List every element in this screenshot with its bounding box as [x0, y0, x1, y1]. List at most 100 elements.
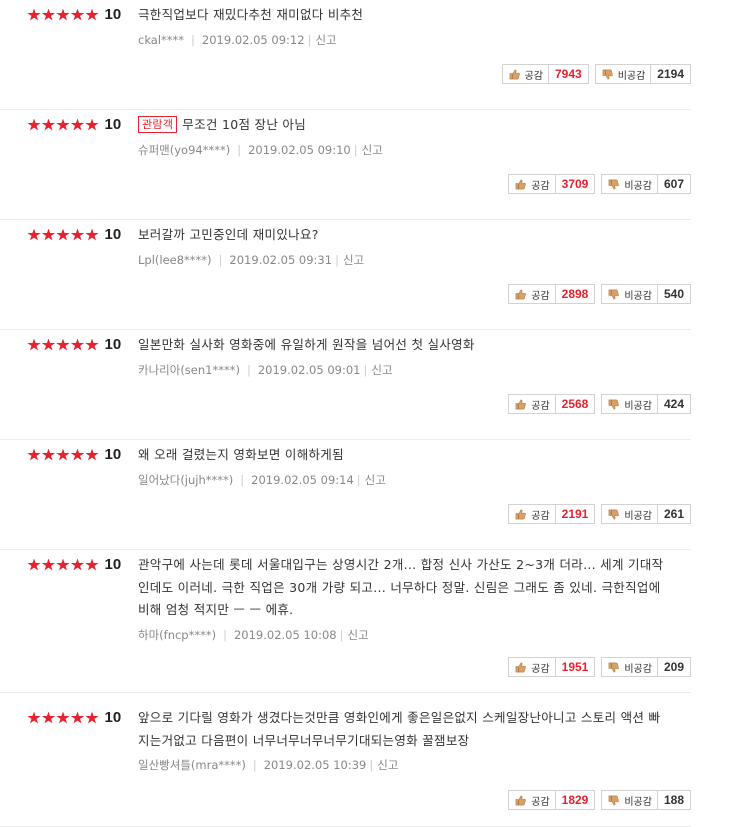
star-icon — [27, 448, 41, 461]
review-meta: 카나리아(sen1****) | 2019.02.05 09:01 | 신고 — [138, 363, 668, 377]
like-button[interactable]: 공감 — [508, 657, 556, 677]
dislike-count: 209 — [657, 657, 691, 677]
rating-score: 10 — [104, 116, 122, 133]
report-link[interactable]: 신고 — [377, 758, 398, 772]
vote-group: 공감 2898 비공감 540 — [508, 284, 691, 304]
star-icon — [85, 558, 99, 571]
dislike-label: 비공감 — [624, 180, 652, 192]
star-icon — [27, 8, 41, 21]
star-icon — [56, 448, 70, 461]
star-icon — [70, 711, 85, 724]
dislike-count: 261 — [657, 504, 691, 524]
star-icon — [85, 448, 99, 461]
dislike-button[interactable]: 비공감 — [601, 504, 658, 524]
like-label: 공감 — [524, 70, 543, 82]
review-text: 관악구에 사는데 롯데 서울대입구는 상영시간 2개... 합정 신사 가산도 … — [138, 557, 664, 617]
report-link[interactable]: 신고 — [362, 143, 383, 157]
like-label: 공감 — [531, 663, 550, 675]
review-item: 10 극한직업보다 재밌다추천 재미없다 비추천 ckal**** | 2019.0… — [0, 0, 691, 110]
star-rating — [27, 228, 100, 242]
star-rating — [27, 448, 100, 462]
meta-divider: | — [307, 32, 312, 47]
review-date: 2019.02.05 10:08 — [233, 627, 337, 642]
like-button[interactable]: 공감 — [501, 64, 549, 84]
rating: 10 — [27, 557, 121, 573]
review-user[interactable]: Lpl(lee8****) — [138, 253, 212, 267]
review-text-line: 극한직업보다 재밌다추천 재미없다 비추천 — [138, 4, 668, 27]
review-text-line: 일본만화 실사화 영화중에 유일하게 원작을 넘어선 첫 실사영화 — [138, 334, 668, 357]
like-button[interactable]: 공감 — [508, 174, 556, 194]
dislike-button[interactable]: 비공감 — [601, 657, 658, 677]
meta-divider: | — [223, 627, 227, 642]
vote-group: 공감 7943 비공감 2194 — [501, 64, 691, 84]
review-date: 2019.02.05 09:12 — [201, 32, 305, 47]
star-icon — [27, 338, 41, 351]
star-icon — [70, 228, 85, 241]
thumbs-down-icon — [608, 795, 620, 806]
review-body: 극한직업보다 재밌다추천 재미없다 비추천 ckal**** | 2019.02.0… — [138, 7, 668, 47]
report-link[interactable]: 신고 — [315, 33, 336, 47]
review-item: 10 보러갈까 고민중인데 재미있나요? Lpl(lee8****) | 2019.… — [0, 220, 691, 330]
like-count: 2191 — [555, 504, 596, 524]
report-link[interactable]: 신고 — [371, 363, 392, 377]
review-body: 관람객 무조건 10점 장난 아님 슈퍼맨(yo94****) | 2019.02.0… — [138, 114, 668, 157]
meta-divider: | — [369, 758, 374, 772]
rating-score: 10 — [104, 336, 122, 353]
like-button[interactable]: 공감 — [508, 394, 556, 414]
review-text-line: 앞으로 기다릴 영화가 생겼다는것만큼 영화인에게 좋은일은없지 스케일장난아니… — [138, 707, 668, 752]
star-icon — [56, 711, 70, 724]
meta-divider: | — [237, 142, 242, 157]
rating-score: 10 — [104, 709, 122, 726]
star-icon — [56, 558, 70, 571]
review-text: 극한직업보다 재밌다추천 재미없다 비추천 — [138, 7, 364, 22]
review-user[interactable]: 카나리아(sen1****) — [138, 363, 240, 377]
review-body: 관악구에 사는데 롯데 서울대입구는 상영시간 2개... 합정 신사 가산도 … — [138, 557, 668, 642]
review-body: 왜 오래 걸렸는지 영화보면 이해하게됨 일어났다(jujh****) | 2019… — [138, 447, 668, 487]
dislike-count: 540 — [657, 284, 691, 304]
review-text-line: 관람객 무조건 10점 장난 아님 — [138, 114, 668, 137]
dislike-button[interactable]: 비공감 — [594, 64, 652, 84]
meta-divider: | — [335, 252, 339, 267]
report-link[interactable]: 신고 — [365, 473, 386, 487]
star-icon — [41, 711, 56, 724]
star-icon — [41, 338, 56, 351]
report-link[interactable]: 신고 — [343, 253, 364, 267]
rating: 10 — [27, 447, 121, 463]
report-link[interactable]: 신고 — [348, 628, 369, 642]
like-button[interactable]: 공감 — [508, 284, 556, 304]
meta-divider: | — [252, 758, 257, 772]
thumbs-up-icon — [515, 179, 527, 190]
like-button[interactable]: 공감 — [508, 504, 556, 524]
review-user[interactable]: 하마(fncp****) — [138, 628, 216, 642]
review-user[interactable]: ckal**** — [138, 33, 184, 47]
review-text: 무조건 10점 장난 아님 — [182, 117, 306, 132]
dislike-button[interactable]: 비공감 — [601, 284, 658, 304]
star-icon — [85, 8, 99, 21]
rating: 10 — [27, 337, 121, 353]
thumbs-down-icon — [608, 179, 620, 190]
dislike-count: 2194 — [651, 64, 691, 84]
thumbs-up-icon — [515, 289, 527, 300]
star-icon — [70, 558, 85, 571]
review-user[interactable]: 슈퍼맨(yo94****) — [138, 143, 230, 157]
thumbs-up-icon — [515, 509, 527, 520]
rating: 10 — [27, 710, 121, 726]
review-date: 2019.02.05 09:31 — [229, 252, 333, 267]
review-user[interactable]: 일산빵셔틀(mra****) — [138, 758, 246, 772]
review-date: 2019.02.05 09:01 — [257, 362, 361, 377]
like-count: 1951 — [555, 657, 596, 677]
dislike-button[interactable]: 비공감 — [601, 394, 658, 414]
meta-divider: | — [218, 252, 223, 267]
rating-score: 10 — [104, 446, 122, 463]
review-user[interactable]: 일어났다(jujh****) — [138, 473, 233, 487]
dislike-button[interactable]: 비공감 — [601, 174, 658, 194]
star-icon — [85, 118, 99, 131]
like-count: 3709 — [555, 174, 596, 194]
star-icon — [41, 8, 56, 21]
dislike-button[interactable]: 비공감 — [601, 790, 658, 810]
star-icon — [56, 228, 70, 241]
like-count: 2898 — [555, 284, 596, 304]
dislike-label: 비공감 — [624, 796, 652, 808]
dislike-count: 607 — [657, 174, 691, 194]
like-button[interactable]: 공감 — [508, 790, 556, 810]
